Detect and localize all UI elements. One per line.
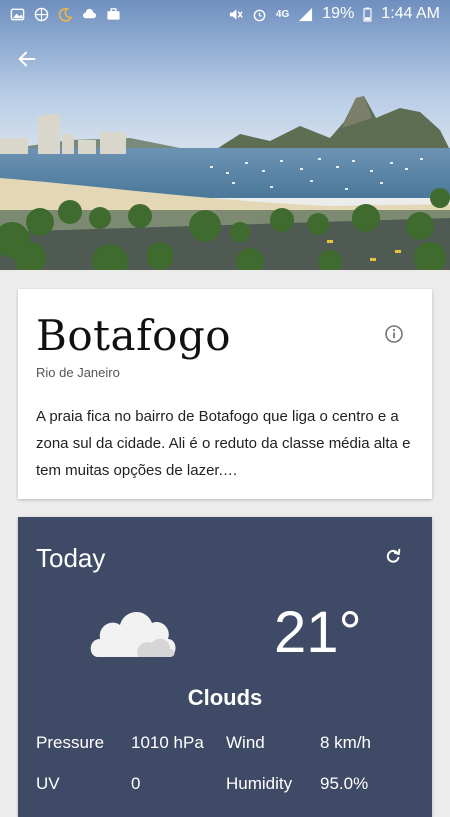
place-title: Botafogo: [36, 311, 232, 360]
wind-label: Wind: [226, 733, 265, 752]
info-icon[interactable]: [384, 324, 404, 344]
refresh-icon[interactable]: [384, 547, 402, 565]
temperature-value: 21°: [274, 600, 362, 665]
hero-photo: [0, 0, 450, 270]
uv-value: 0: [131, 774, 141, 793]
pressure-label: Pressure: [36, 733, 105, 752]
notification-icons: [10, 7, 121, 22]
cloud-icon: [82, 8, 97, 18]
battery-icon: [363, 6, 372, 22]
place-description: A praia fica no bairro de Botafogo que l…: [36, 408, 411, 479]
mute-icon: [229, 8, 243, 20]
status-bar: 4G 19% 1:44 AM: [0, 0, 450, 28]
botafogo-landscape-image: [0, 0, 450, 270]
place-subtitle: Rio de Janeiro: [36, 365, 120, 380]
cloud-weather-icon: [90, 611, 176, 657]
weather-card: Today 21° Clouds Pressure 1010 hPa Wind …: [18, 517, 432, 817]
pressure-value: 1010 hPa: [131, 733, 204, 752]
back-button[interactable]: [12, 44, 42, 74]
alarm-icon: [253, 9, 266, 21]
network-type-label: 4G: [275, 8, 290, 20]
moon-icon: [58, 7, 73, 21]
weather-condition: Clouds: [187, 685, 263, 710]
clock-time: 1:44 AM: [381, 5, 440, 22]
signal-icon: [299, 7, 313, 21]
uv-label: UV: [36, 774, 60, 793]
gallery-icon: [10, 8, 25, 20]
battery-percentage: 19%: [322, 5, 355, 22]
place-card: Botafogo Rio de Janeiro A praia fica no …: [18, 289, 432, 499]
humidity-label: Humidity: [226, 774, 293, 793]
briefcase-icon: [107, 7, 120, 20]
system-icons: 4G 19% 1:44 AM: [228, 5, 440, 23]
ball-icon: [34, 7, 49, 21]
weather-title: Today: [36, 543, 106, 573]
wind-value: 8 km/h: [320, 733, 372, 752]
humidity-value: 95.0%: [320, 774, 369, 793]
arrow-left-icon: [18, 51, 36, 67]
